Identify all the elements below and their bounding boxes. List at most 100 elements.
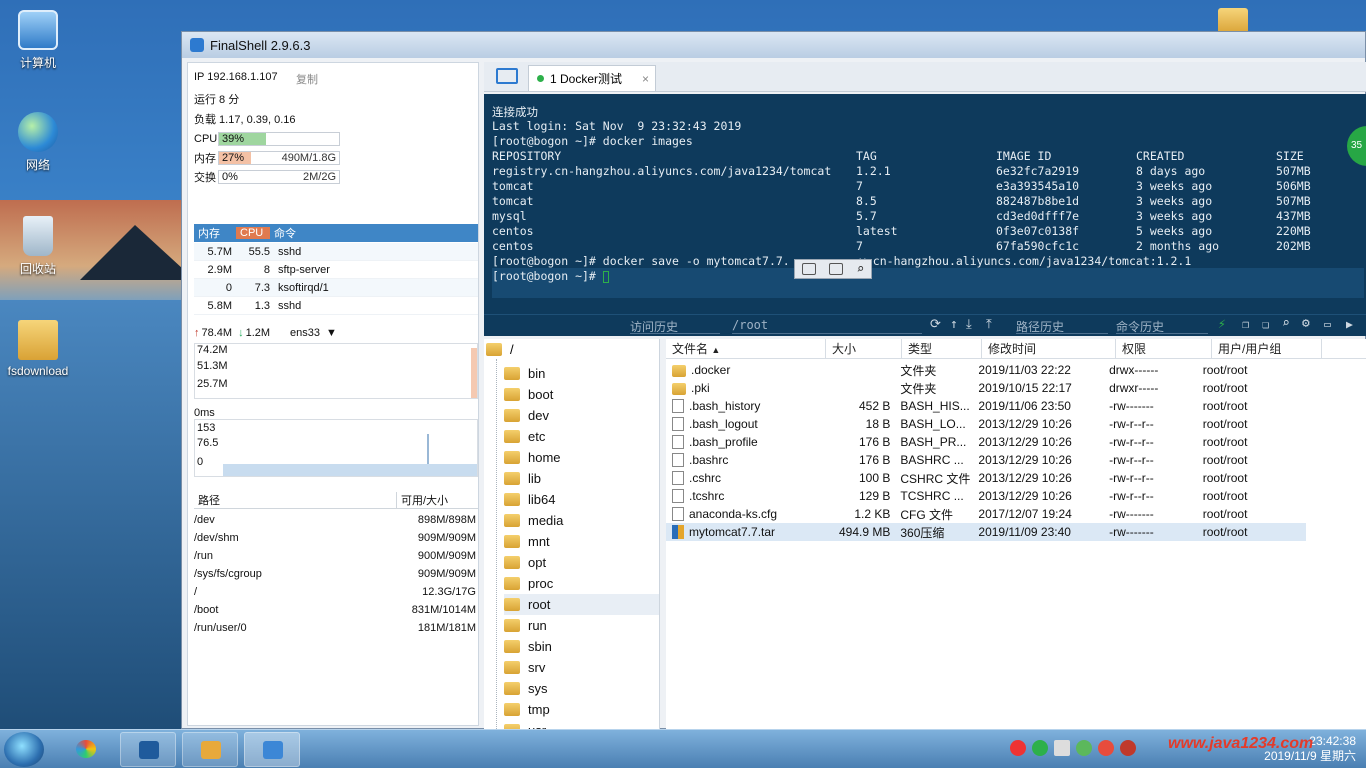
file-row[interactable]: .bash_logout 18 B BASH_LO... 2013/12/29 10:… bbox=[666, 415, 1306, 433]
file-owner: root/root bbox=[1202, 381, 1248, 395]
cursor bbox=[602, 270, 609, 283]
tray-360-icon[interactable] bbox=[1098, 740, 1114, 756]
refresh-icon[interactable]: ⟳ bbox=[930, 317, 941, 332]
lightning-icon[interactable]: ⚡ bbox=[1218, 317, 1226, 332]
window-titlebar[interactable]: FinalShell 2.9.6.3 bbox=[182, 32, 1365, 58]
search-icon[interactable]: ⌕ bbox=[856, 262, 864, 277]
command-history-field[interactable]: 命令历史 bbox=[1116, 318, 1208, 334]
search-icon[interactable]: ⌕ bbox=[1282, 316, 1290, 331]
tree-item-mnt[interactable]: mnt bbox=[504, 531, 550, 552]
tree-item-dev[interactable]: dev bbox=[504, 405, 549, 426]
terminal-table-cell: 0f3e07c0138f bbox=[996, 224, 1080, 238]
col-mtime[interactable]: 修改时间 bbox=[982, 338, 1116, 359]
process-row[interactable]: 2.9M 8 sftp-server bbox=[194, 261, 478, 279]
process-row[interactable]: 5.7M 55.5 sshd bbox=[194, 243, 478, 261]
tree-item-bin[interactable]: bin bbox=[504, 363, 545, 384]
terminal-table-header-cell: TAG bbox=[856, 149, 877, 163]
download-icon[interactable]: ⤓ bbox=[966, 317, 972, 332]
taskbar-app-explorer[interactable] bbox=[182, 732, 238, 767]
process-row[interactable]: 5.8M 1.3 sshd bbox=[194, 297, 478, 315]
copy-ip-button[interactable]: 复制 bbox=[296, 71, 318, 87]
col-mem[interactable]: 内存 bbox=[194, 225, 236, 241]
tree-item-boot[interactable]: boot bbox=[504, 384, 553, 405]
tree-item-srv[interactable]: srv bbox=[504, 657, 545, 678]
start-button[interactable] bbox=[4, 732, 44, 767]
file-row[interactable]: .pki 文件夹 2019/10/15 22:17 drwxr----- root/ro… bbox=[666, 379, 1306, 397]
col-filename[interactable]: 文件名 ▲ bbox=[666, 338, 826, 359]
file-row[interactable]: .bash_profile 176 B BASH_PR... 2013/12/29 1… bbox=[666, 433, 1306, 451]
col-perm[interactable]: 权限 bbox=[1116, 338, 1212, 359]
folder-icon[interactable]: ▭ bbox=[1324, 317, 1331, 331]
tree-item-label: home bbox=[528, 450, 561, 465]
tab-docker-test[interactable]: 1 Docker测试 × bbox=[528, 65, 656, 91]
tree-item-proc[interactable]: proc bbox=[504, 573, 553, 594]
tree-root[interactable]: / bbox=[486, 342, 514, 357]
ping-graph: 153 76.5 0 bbox=[194, 419, 478, 477]
taskbar-app-finalshell-pinned[interactable] bbox=[120, 732, 176, 767]
paste-icon[interactable] bbox=[829, 263, 844, 275]
tree-item-etc[interactable]: etc bbox=[504, 426, 545, 447]
chevron-down-icon[interactable]: ▼ bbox=[326, 327, 337, 339]
terminal-table-header-cell: IMAGE ID bbox=[996, 149, 1052, 163]
process-row[interactable]: 0 7.3 ksoftirqd/1 bbox=[194, 279, 478, 297]
file-row[interactable]: .bashrc 176 B BASHRC ... 2013/12/29 10:26 -r… bbox=[666, 451, 1306, 469]
network-interface[interactable]: ens33 bbox=[290, 327, 320, 339]
col-owner[interactable]: 用户/用户组 bbox=[1212, 338, 1322, 359]
desktop-icon-recycle-bin[interactable]: 回收站 bbox=[6, 216, 70, 277]
file-owner: root/root bbox=[1202, 399, 1248, 413]
path-field[interactable]: /root bbox=[732, 318, 922, 334]
tree-item-usr[interactable]: usr bbox=[504, 720, 546, 729]
copy-icon[interactable]: ❐ bbox=[1242, 317, 1249, 331]
paste-icon[interactable]: ❏ bbox=[1262, 317, 1269, 331]
tray-shield-icon[interactable] bbox=[1076, 740, 1092, 756]
tray-plus-icon[interactable] bbox=[1032, 740, 1048, 756]
file-row[interactable]: .bash_history 452 B BASH_HIS... 2019/11/06 … bbox=[666, 397, 1306, 415]
terminal-table-cell: 8 days ago bbox=[1136, 164, 1206, 178]
terminal-table-cell: registry.cn-hangzhou.aliyuncs.com/java12… bbox=[492, 164, 832, 178]
tree-item-root[interactable]: root bbox=[504, 594, 659, 615]
file-row[interactable]: .docker 文件夹 2019/11/03 22:22 drwx------ root… bbox=[666, 361, 1306, 379]
tree-item-lib64[interactable]: lib64 bbox=[504, 489, 555, 510]
col-cmd[interactable]: 命令 bbox=[270, 225, 296, 241]
fs-size: 898M/898M bbox=[417, 514, 476, 526]
file-owner: root/root bbox=[1202, 471, 1248, 485]
up-arrow-icon[interactable]: ↑ bbox=[950, 317, 958, 332]
file-size: 1.2 KB bbox=[854, 507, 891, 521]
terminal[interactable]: 连接成功 Last login: Sat Nov 9 23:32:43 2019… bbox=[484, 94, 1366, 336]
tree-item-sys[interactable]: sys bbox=[504, 678, 548, 699]
col-type[interactable]: 类型 bbox=[902, 338, 982, 359]
tree-item-lib[interactable]: lib bbox=[504, 468, 541, 489]
tree-item-home[interactable]: home bbox=[504, 447, 561, 468]
desktop-icon-computer[interactable]: 计算机 bbox=[6, 10, 70, 71]
tree-item-opt[interactable]: opt bbox=[504, 552, 546, 573]
gear-icon[interactable]: ⚙ bbox=[1302, 316, 1310, 331]
file-row[interactable]: .cshrc 100 B CSHRC 文件 2013/12/29 10:26 -rw-r… bbox=[666, 469, 1306, 487]
close-icon[interactable]: × bbox=[642, 72, 649, 86]
tray-volume-icon[interactable] bbox=[1120, 740, 1136, 756]
desktop-icon-network[interactable]: 网络 bbox=[6, 112, 70, 173]
tree-item-run[interactable]: run bbox=[504, 615, 547, 636]
tree-item-tmp[interactable]: tmp bbox=[504, 699, 550, 720]
copy-icon[interactable] bbox=[801, 263, 816, 275]
tray-sogou-icon[interactable] bbox=[1010, 740, 1026, 756]
tray-network-icon[interactable] bbox=[1054, 740, 1070, 756]
taskbar-app-finalshell-active[interactable] bbox=[244, 732, 300, 767]
file-row[interactable]: .tcshrc 129 B TCSHRC ... 2013/12/29 10:26 -r… bbox=[666, 487, 1306, 505]
taskbar-app-360[interactable] bbox=[58, 732, 114, 767]
col-size[interactable]: 大小 bbox=[826, 338, 902, 359]
col-cpu[interactable]: CPU bbox=[236, 227, 270, 239]
upload-icon[interactable]: ⤒ bbox=[986, 317, 992, 332]
play-icon[interactable]: ▶ bbox=[1346, 317, 1353, 331]
terminal-table-cell: 507MB bbox=[1276, 164, 1311, 178]
file-row[interactable]: mytomcat7.7.tar 494.9 MB 360压缩 2019/11/09 2… bbox=[666, 523, 1306, 541]
recycle-bin-icon bbox=[23, 216, 53, 256]
swap-size: 2M/2G bbox=[302, 171, 336, 183]
tree-item-media[interactable]: media bbox=[504, 510, 563, 531]
file-row[interactable]: anaconda-ks.cfg 1.2 KB CFG 文件 2017/12/07 19… bbox=[666, 505, 1306, 523]
folder-open-icon[interactable] bbox=[496, 68, 518, 84]
terminal-table-cell: e3a393545a10 bbox=[996, 179, 1080, 193]
desktop-icon-fsdownload[interactable]: fsdownload bbox=[6, 320, 70, 378]
path-history-field[interactable]: 路径历史 bbox=[1016, 318, 1108, 334]
access-history-field[interactable]: 访问历史 bbox=[630, 318, 720, 334]
tree-item-sbin[interactable]: sbin bbox=[504, 636, 552, 657]
